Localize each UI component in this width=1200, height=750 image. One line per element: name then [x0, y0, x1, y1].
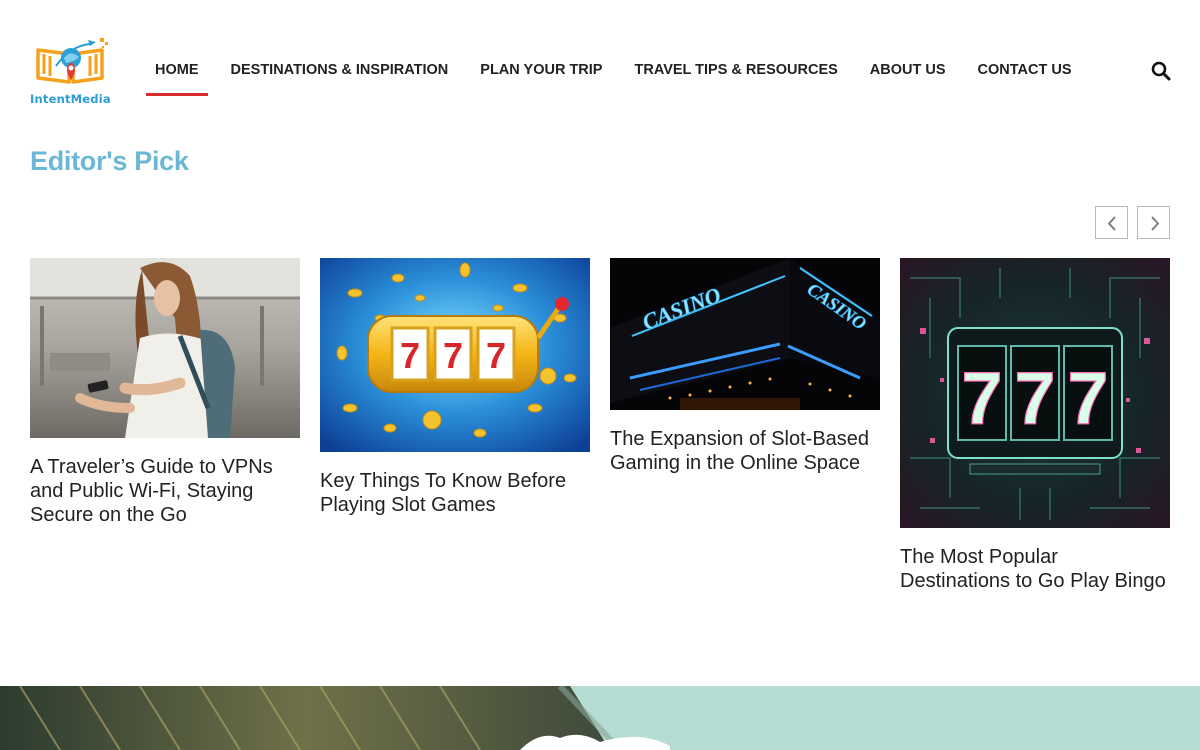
svg-text:7: 7 [1014, 357, 1055, 440]
article-card: 7 7 7 The Most Popular Destinations to G… [900, 258, 1170, 593]
neon-777-illustration: 7 7 7 [900, 258, 1170, 528]
slider-prev-button[interactable] [1095, 206, 1128, 239]
article-image-traveler[interactable] [30, 258, 300, 443]
search-button[interactable] [1150, 60, 1172, 82]
article-title[interactable]: A Traveler’s Guide to VPNs and Public Wi… [30, 455, 300, 527]
hero-banner-image [0, 686, 1200, 750]
svg-text:7: 7 [443, 335, 463, 376]
svg-text:7: 7 [486, 335, 506, 376]
article-title[interactable]: The Most Popular Destinations to Go Play… [900, 545, 1170, 593]
nav-travel-tips-resources[interactable]: TRAVEL TIPS & RESOURCES [625, 50, 846, 96]
nav-plan-your-trip[interactable]: PLAN YOUR TRIP [471, 50, 611, 96]
slot-machine-illustration: 7 7 7 [320, 258, 590, 452]
article-title[interactable]: Key Things To Know Before Playing Slot G… [320, 469, 590, 517]
svg-text:7: 7 [400, 335, 420, 376]
nav-about-us[interactable]: ABOUT US [861, 50, 955, 96]
slider-next-button[interactable] [1137, 206, 1170, 239]
article-card: CASINO CASINO The Expansion of Slot-Base… [610, 258, 880, 475]
logo-text: IntentMedia [30, 92, 111, 106]
logo-icon [36, 38, 108, 84]
article-card: 7 7 7 Key Things To Know Before Playing … [320, 258, 590, 517]
travel-banner-photo [0, 686, 1200, 750]
article-image-casino[interactable]: CASINO CASINO [610, 258, 880, 415]
svg-text:7: 7 [961, 357, 1002, 440]
nav-home[interactable]: HOME [146, 50, 208, 96]
article-image-bingo[interactable]: 7 7 7 [900, 258, 1170, 533]
nav-contact-us[interactable]: CONTACT US [969, 50, 1081, 96]
chevron-left-icon [1107, 216, 1116, 231]
casino-neon-photo: CASINO CASINO [610, 258, 880, 410]
woman-with-phone-photo [30, 258, 300, 438]
chevron-right-icon [1151, 216, 1160, 231]
site-logo[interactable]: IntentMedia [30, 36, 112, 106]
search-icon [1151, 61, 1171, 81]
nav-destinations-inspiration[interactable]: DESTINATIONS & INSPIRATION [222, 50, 458, 96]
main-nav: HOME DESTINATIONS & INSPIRATION PLAN YOU… [146, 50, 1081, 96]
section-title: Editor's Pick [30, 146, 189, 176]
article-image-slot-games[interactable]: 7 7 7 [320, 258, 590, 457]
svg-text:7: 7 [1067, 357, 1108, 440]
article-card: A Traveler’s Guide to VPNs and Public Wi… [30, 258, 300, 527]
article-title[interactable]: The Expansion of Slot-Based Gaming in th… [610, 427, 880, 475]
